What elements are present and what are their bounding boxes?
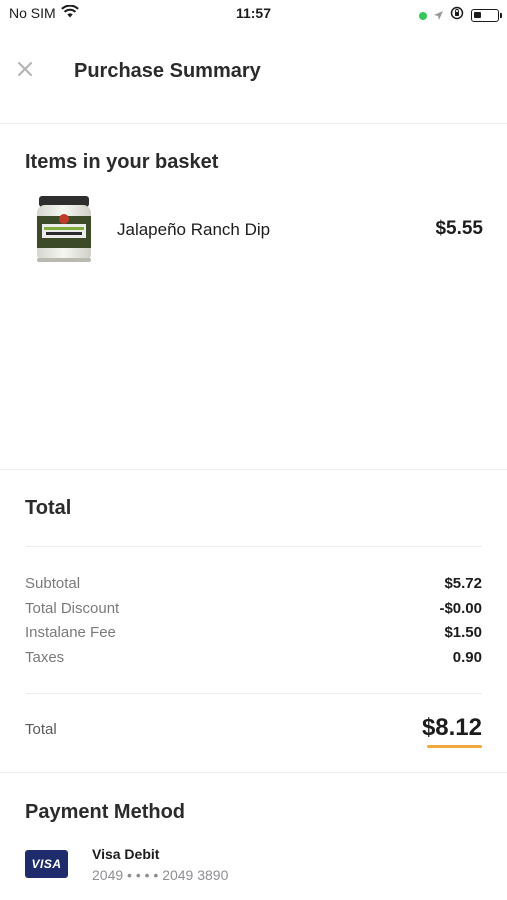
taxes-label: Taxes [25,649,65,666]
total-section-title: Total [25,497,72,519]
item-price: $5.55 [435,218,483,239]
discount-value: -$0.00 [439,600,482,617]
total-lines-divider [26,693,482,694]
payment-method-row[interactable]: VISA Visa Debit 2049 • • • • 2049 3890 [25,844,482,892]
payment-card-number: 2049 • • • • 2049 3890 [92,867,229,883]
subtotal-value: $5.72 [444,575,482,592]
header: Purchase Summary [0,44,507,100]
page-title: Purchase Summary [74,60,261,82]
battery-icon [471,9,502,22]
grand-total-value: $8.12 [421,714,482,741]
discount-label: Total Discount [25,600,120,617]
fee-value: $1.50 [444,624,482,641]
grand-total-underline [427,745,482,748]
header-divider [0,123,507,124]
battery-level-fill [474,12,481,18]
orientation-lock-icon [450,6,464,25]
product-image [34,194,94,266]
basket-item-row[interactable]: Jalapeño Ranch Dip $5.55 [0,188,507,272]
payment-section-title: Payment Method [25,801,186,823]
item-name: Jalapeño Ranch Dip [117,220,271,239]
visa-card-icon: VISA [25,850,68,878]
basket-divider [0,469,507,470]
location-arrow-icon [434,7,443,25]
taxes-value: 0.90 [452,649,482,666]
taxes-row: Taxes 0.90 [25,649,482,671]
status-bar: No SIM 11:57 [0,0,507,26]
basket-section-title: Items in your basket [25,151,219,173]
close-button[interactable] [14,58,36,80]
discount-row: Total Discount -$0.00 [25,600,482,622]
status-indicators [419,6,502,25]
fee-label: Instalane Fee [25,624,116,641]
grand-total-row: Total $8.12 [25,714,482,754]
camera-in-use-indicator-icon [419,11,427,20]
fee-row: Instalane Fee $1.50 [25,624,482,646]
total-title-divider [26,546,482,547]
payment-card-name: Visa Debit [92,846,160,862]
subtotal-label: Subtotal [25,575,81,592]
grand-total-label: Total [25,721,57,738]
total-divider [0,772,507,773]
subtotal-row: Subtotal $5.72 [25,575,482,597]
close-icon [18,62,32,76]
